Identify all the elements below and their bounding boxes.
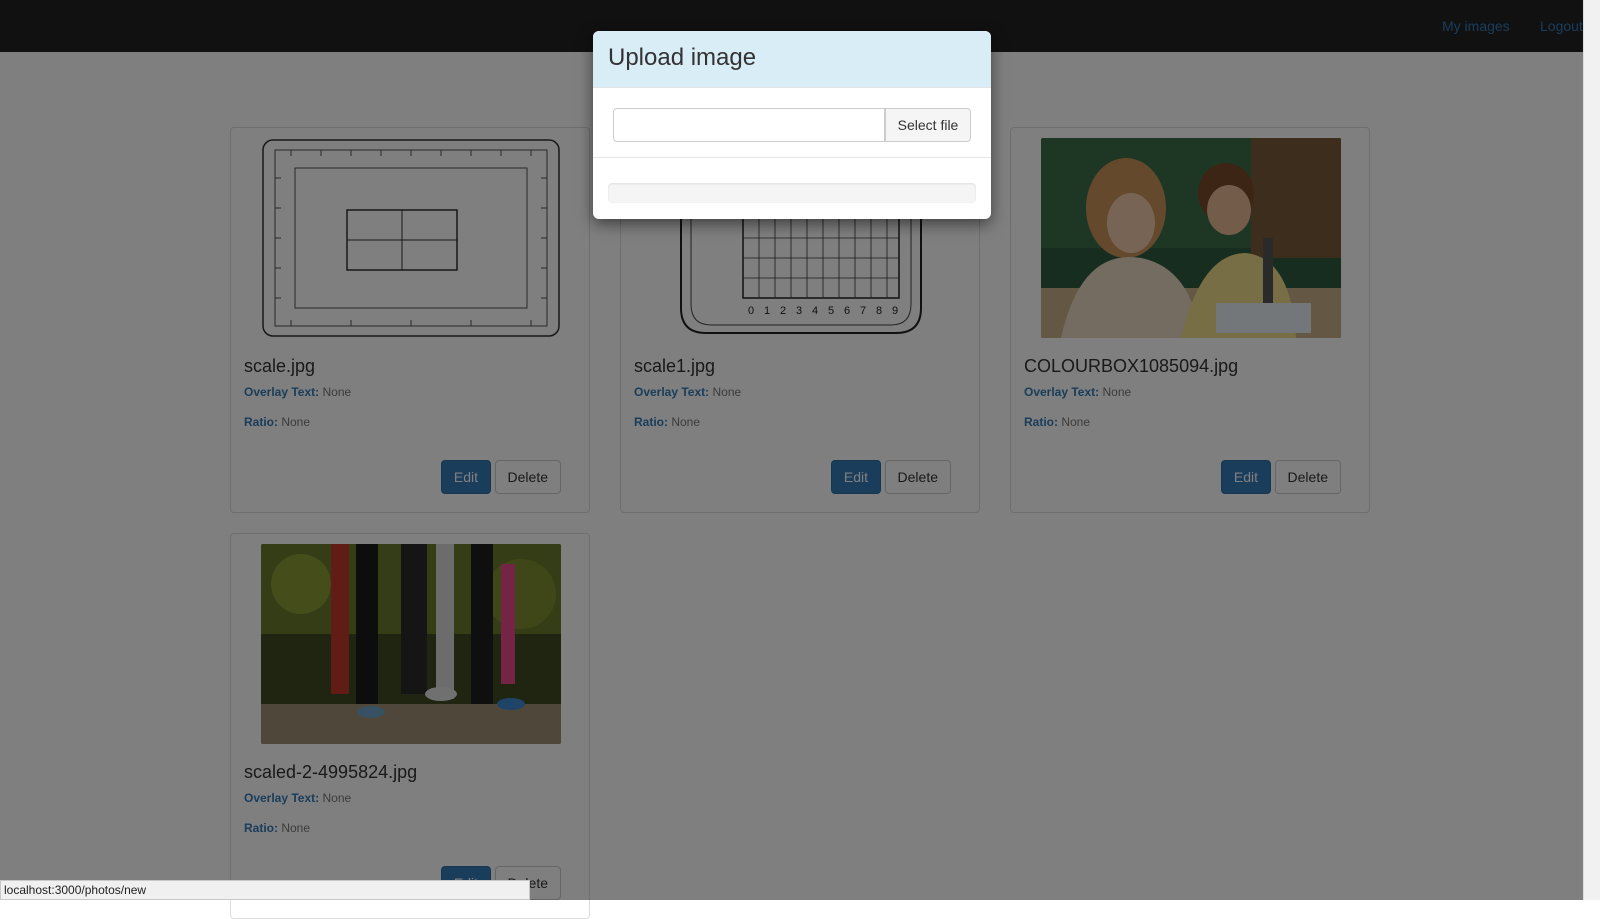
modal-divider — [593, 157, 991, 158]
page-scrollbar[interactable] — [1583, 0, 1600, 900]
file-path-input[interactable] — [613, 108, 885, 142]
select-file-button[interactable]: Select file — [885, 108, 971, 142]
modal-title: Upload image — [608, 44, 757, 71]
upload-image-modal: Upload image Select file — [593, 31, 991, 219]
browser-status-url: localhost:3000/photos/new — [0, 880, 530, 900]
upload-progress-bar — [608, 183, 976, 203]
modal-header: Upload image — [593, 31, 991, 88]
